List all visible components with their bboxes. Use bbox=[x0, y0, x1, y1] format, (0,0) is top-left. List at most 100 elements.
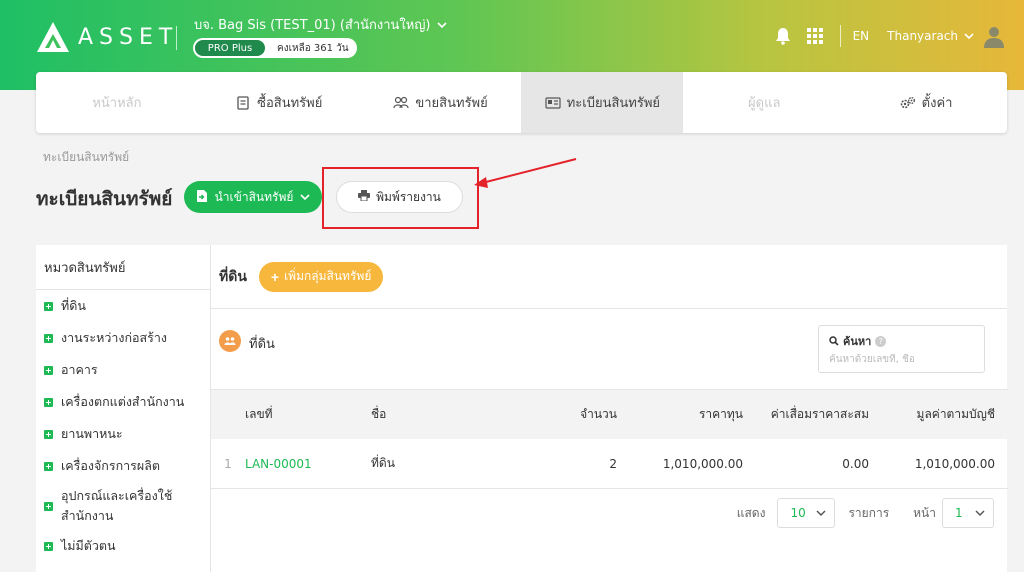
category-label: อาคาร bbox=[61, 362, 98, 377]
category-item[interactable]: งานระหว่างก่อสร้าง bbox=[44, 322, 210, 354]
asset-list-panel: ที่ดิน + เพิ่มกลุ่มสินทรัพย์ ที่ดิน ค้นห… bbox=[210, 245, 1008, 572]
col-depreciation[interactable]: ค่าเสื่อมราคาสะสม bbox=[743, 405, 869, 424]
plus-square-icon bbox=[44, 541, 53, 551]
company-name: บจ. Bag Sis (TEST_01) (สำนักงานใหญ่) bbox=[194, 18, 431, 33]
table-row[interactable]: 1 LAN-00001 ที่ดิน 2 1,010,000.00 0.00 1… bbox=[211, 439, 1008, 489]
add-asset-group-button[interactable]: + เพิ่มกลุ่มสินทรัพย์ bbox=[258, 261, 384, 292]
logo-text: ASSET bbox=[78, 24, 179, 50]
category-label: เครื่องจักรการผลิต bbox=[61, 458, 160, 473]
asset-cost: 1,010,000.00 bbox=[662, 456, 743, 471]
nav-home[interactable]: หน้าหลัก bbox=[36, 72, 198, 133]
nav-settings[interactable]: ตั้งค่า bbox=[845, 72, 1007, 133]
asset-logo[interactable]: ASSET bbox=[36, 20, 178, 54]
language-switch[interactable]: EN bbox=[853, 29, 870, 43]
asset-table: เลขที่ ชื่อ จำนวน ราคาทุน ค่าเสื่อมราคาส… bbox=[211, 389, 1008, 489]
plus-square-icon bbox=[44, 461, 53, 471]
col-book-value[interactable]: มูลค่าตามบัญชี bbox=[869, 405, 995, 424]
category-label: ยานพาหนะ bbox=[61, 426, 123, 441]
sub-group-title: ที่ดิน bbox=[249, 337, 275, 352]
search-box: ค้นหา ? bbox=[818, 325, 985, 373]
plan-remaining: คงเหลือ 361 วัน bbox=[277, 42, 349, 54]
search-input[interactable] bbox=[829, 354, 969, 365]
page-size-value: 10 bbox=[790, 506, 806, 520]
avatar[interactable] bbox=[982, 24, 1006, 48]
plan-badge: PRO Plus คงเหลือ 361 วัน bbox=[193, 38, 357, 58]
bell-icon[interactable] bbox=[772, 25, 794, 47]
chevron-down-icon bbox=[964, 33, 974, 40]
category-item[interactable]: ไม่มีตัวตน bbox=[44, 530, 210, 562]
asset-name: ที่ดิน bbox=[371, 456, 395, 470]
category-item[interactable]: อาคาร bbox=[44, 354, 210, 386]
category-item[interactable]: เครื่องจักรการผลิต bbox=[44, 450, 210, 482]
plan-name: PRO Plus bbox=[195, 40, 265, 56]
header-divider bbox=[176, 26, 177, 50]
nav-sell[interactable]: ขายสินทรัพย์ bbox=[360, 72, 522, 133]
plus-square-icon bbox=[44, 501, 53, 511]
import-assets-label: นำเข้าสินทรัพย์ bbox=[214, 189, 294, 204]
row-index: 1 bbox=[224, 456, 232, 471]
col-number[interactable]: เลขที่ bbox=[245, 405, 371, 424]
category-label: อุปกรณ์และเครื่องใช้สำนักงาน bbox=[61, 488, 173, 523]
group-header: ที่ดิน + เพิ่มกลุ่มสินทรัพย์ bbox=[211, 245, 1007, 309]
category-label: ที่ดิน bbox=[61, 298, 86, 313]
page-select[interactable]: 1 bbox=[942, 498, 994, 528]
page-value: 1 bbox=[955, 506, 963, 520]
page-title: ทะเบียนสินทรัพย์ bbox=[36, 188, 173, 210]
pagination: แสดง 10 รายการ หน้า 1 bbox=[211, 495, 1008, 531]
users-icon bbox=[393, 95, 409, 111]
plus-square-icon bbox=[44, 365, 53, 375]
col-cost[interactable]: ราคาทุน bbox=[617, 405, 743, 424]
category-label: เครื่องตกแต่งสำนักงาน bbox=[61, 394, 185, 409]
category-item[interactable]: ที่ดิน bbox=[44, 290, 210, 322]
col-name[interactable]: ชื่อ bbox=[371, 405, 491, 424]
company-selector[interactable]: บจ. Bag Sis (TEST_01) (สำนักงานใหญ่) bbox=[194, 14, 447, 35]
col-quantity[interactable]: จำนวน bbox=[491, 405, 617, 424]
chevron-down-icon bbox=[300, 194, 310, 201]
asset-quantity: 2 bbox=[609, 456, 617, 471]
apps-grid-icon[interactable] bbox=[804, 25, 826, 47]
help-icon[interactable]: ? bbox=[875, 335, 887, 347]
category-item[interactable]: เครื่องตกแต่งสำนักงาน bbox=[44, 386, 210, 418]
category-item[interactable]: ยานพาหนะ bbox=[44, 418, 210, 450]
asset-number-link[interactable]: LAN-00001 bbox=[245, 457, 371, 471]
logo-mark-icon bbox=[36, 20, 70, 54]
nav-home-label: หน้าหลัก bbox=[92, 96, 142, 111]
nav-register-label: ทะเบียนสินทรัพย์ bbox=[566, 96, 661, 111]
user-name: Thanyarach bbox=[887, 29, 958, 43]
plus-square-icon bbox=[44, 333, 53, 343]
asset-book-value: 1,010,000.00 bbox=[914, 456, 995, 471]
chevron-down-icon bbox=[975, 510, 985, 517]
highlight-box bbox=[322, 167, 479, 229]
nav-custodian[interactable]: ผู้ดูแล bbox=[683, 72, 845, 133]
category-panel: หมวดสินทรัพย์ ที่ดิน งานระหว่างก่อสร้าง … bbox=[36, 245, 210, 572]
add-asset-group-label: เพิ่มกลุ่มสินทรัพย์ bbox=[284, 269, 372, 283]
group-icon bbox=[219, 330, 241, 352]
page-label: หน้า bbox=[913, 505, 936, 520]
import-assets-button[interactable]: นำเข้าสินทรัพย์ bbox=[184, 181, 322, 213]
search-icon bbox=[829, 336, 839, 346]
gear-icon bbox=[900, 95, 916, 111]
plus-square-icon bbox=[44, 429, 53, 439]
category-panel-title: หมวดสินทรัพย์ bbox=[36, 245, 210, 290]
plus-square-icon bbox=[44, 397, 53, 407]
nav-sell-label: ขายสินทรัพย์ bbox=[415, 96, 488, 111]
chevron-down-icon bbox=[436, 21, 447, 28]
nav-settings-label: ตั้งค่า bbox=[921, 96, 953, 111]
nav-buy-label: ซื้อสินทรัพย์ bbox=[257, 96, 323, 111]
main-nav: หน้าหลัก ซื้อสินทรัพย์ ขายสินทรัพย์ ทะเบ… bbox=[36, 72, 1007, 133]
category-label: งานระหว่างก่อสร้าง bbox=[61, 330, 168, 345]
header-divider-right bbox=[839, 25, 841, 47]
nav-register[interactable]: ทะเบียนสินทรัพย์ bbox=[521, 72, 684, 133]
chevron-down-icon bbox=[816, 510, 826, 517]
items-label: รายการ bbox=[848, 505, 890, 520]
asset-depreciation: 0.00 bbox=[842, 456, 869, 471]
category-label: ไม่มีตัวตน bbox=[61, 538, 116, 553]
breadcrumb[interactable]: ทะเบียนสินทรัพย์ bbox=[43, 148, 129, 167]
category-item[interactable]: อุปกรณ์และเครื่องใช้สำนักงาน bbox=[44, 482, 210, 530]
id-card-icon bbox=[545, 95, 561, 111]
nav-buy[interactable]: ซื้อสินทรัพย์ bbox=[198, 72, 360, 133]
header-right: EN Thanyarach bbox=[762, 22, 1006, 50]
annotation-arrow bbox=[474, 158, 577, 188]
user-menu[interactable]: Thanyarach bbox=[887, 29, 974, 43]
page-size-select[interactable]: 10 bbox=[777, 498, 836, 528]
